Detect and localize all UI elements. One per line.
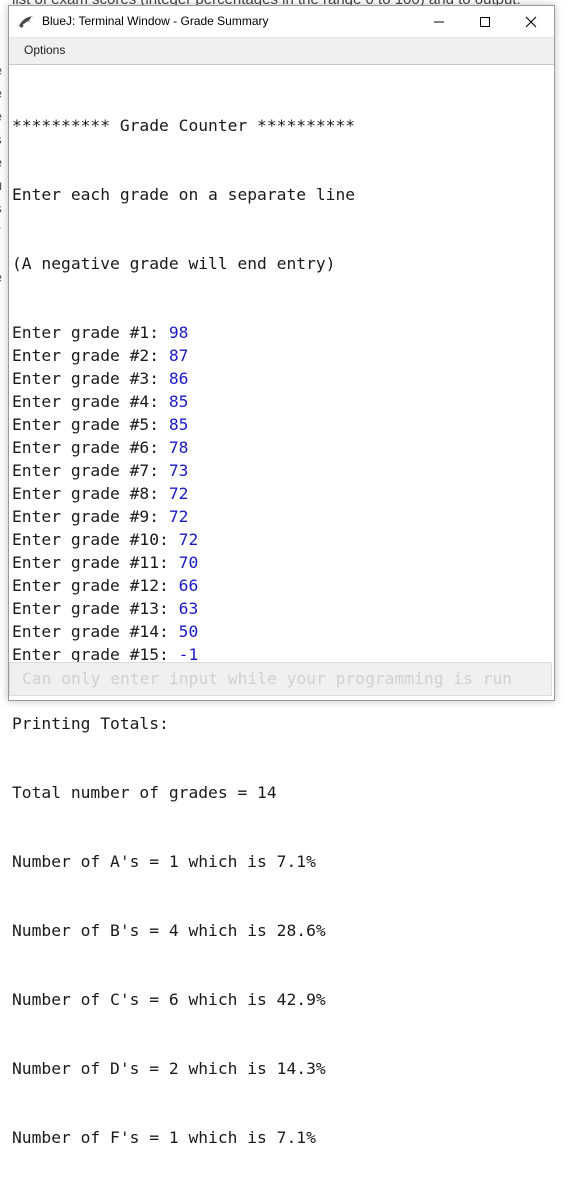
grade-prompt-label: Enter grade #11: [12,553,179,572]
background-edge-char: ( [0,501,2,517]
menu-bar: Options [9,37,554,65]
grade-input-value: 72 [178,530,199,549]
grade-input-value: 73 [168,461,189,480]
menu-options[interactable]: Options [24,43,65,57]
grade-input-value: 85 [168,415,189,434]
window-title: BlueJ: Terminal Window - Grade Summary [42,14,269,28]
bluej-bird-icon [19,16,33,28]
terminal-window: BlueJ: Terminal Window - Grade Summary O… [8,5,555,1147]
background-edge-char: e [0,87,2,103]
grade-input-value: 87 [168,346,189,365]
background-edge-char: ( [0,570,2,586]
grade-prompt-label: Enter grade #6: [12,438,169,457]
background-edge-char: u [0,179,2,195]
grade-input-value: 86 [168,369,189,388]
background-edge-char: ( [0,294,2,310]
grade-prompt-line: Enter grade #14: 50 [12,620,554,643]
grade-prompt-line: Enter grade #6: 78 [12,436,554,459]
grade-prompt-label: Enter grade #8: [12,484,169,503]
background-edge-char: ( [0,386,2,402]
grade-prompt-label: Enter grade #10: [12,530,179,549]
grade-prompt-line: Enter grade #11: 70 [12,551,554,574]
grade-prompt-line: Enter grade #2: 87 [12,344,554,367]
totals-line: Printing Totals: [12,714,169,733]
terminal-output[interactable]: ********** Grade Counter ********** Ente… [9,64,554,1147]
background-edge-char: s [0,133,2,149]
background-edge-char: ( [0,432,2,448]
grade-prompt-line: Enter grade #9: 72 [12,505,554,528]
grade-prompt-line: Enter grade #4: 85 [12,390,554,413]
background-edge-char: ( [0,317,2,333]
background-edge-char: ( [0,363,2,379]
grade-prompt-label: Enter grade #4: [12,392,169,411]
background-edge-char: e [0,271,2,287]
grade-input-value: 70 [178,553,199,572]
background-edge-char: e [0,64,2,80]
close-button[interactable] [508,6,554,37]
totals-line: Total number of grades = 14 [12,783,277,802]
grade-prompt-line: Enter grade #10: 72 [12,528,554,551]
maximize-button[interactable] [462,6,508,37]
maximize-icon [480,16,490,27]
grade-prompt-label: Enter grade #1: [12,323,169,342]
grade-input-value: 98 [168,323,189,342]
grade-prompt-line: Enter grade #1: 98 [12,321,554,344]
close-icon [525,16,537,27]
grade-input-value: 66 [178,576,199,595]
background-edge-char: e [0,110,2,126]
terminal-input-field[interactable]: Can only enter input while your programm… [9,662,552,696]
minimize-button[interactable] [416,6,462,37]
grade-input-value: 78 [168,438,189,457]
grade-prompt-label: Enter grade #5: [12,415,169,434]
background-edge-char: ( [0,455,2,471]
background-edge-char: ( [0,340,2,356]
grade-prompt-line: Enter grade #5: 85 [12,413,554,436]
totals-line: Number of A's = 1 which is 7.1% [12,852,316,871]
header-line: (A negative grade will end entry) [12,254,336,273]
grade-prompt-label: Enter grade #9: [12,507,169,526]
background-edge-char: s [0,202,2,218]
grade-prompt-label: Enter grade #13: [12,599,179,618]
grade-prompt-line: Enter grade #7: 73 [12,459,554,482]
background-edge-char: * [0,225,2,241]
grade-input-value: 72 [168,507,189,526]
background-edge-char: e [0,156,2,172]
grade-prompt-label: Enter grade #2: [12,346,169,365]
header-line: ********** Grade Counter ********** [12,116,356,135]
grade-prompt-label: Enter grade #14: [12,622,179,641]
background-edge-char: ( [0,478,2,494]
totals-line: Number of D's = 2 which is 14.3% [12,1059,326,1078]
grade-input-value: 63 [178,599,199,618]
grade-prompt-label: Enter grade #7: [12,461,169,480]
title-bar[interactable]: BlueJ: Terminal Window - Grade Summary [9,6,554,37]
grade-prompt-label: Enter grade #12: [12,576,179,595]
background-edge-char: ( [0,524,2,540]
background-edge-char: ( [0,409,2,425]
background-document-edge: eeeseus*(e(((((((((((((( [0,0,8,721]
totals-line: Number of F's = 1 which is 7.1% [12,1128,316,1147]
grade-prompt-line: Enter grade #13: 63 [12,597,554,620]
background-edge-char: ( [0,248,2,264]
grade-input-value: 72 [168,484,189,503]
background-edge-char: ( [0,593,2,609]
minimize-icon [434,21,444,22]
grade-input-value: 50 [178,622,199,641]
grade-prompt-line: Enter grade #3: 86 [12,367,554,390]
grade-prompt-line: Enter grade #8: 72 [12,482,554,505]
grade-prompt-label: Enter grade #3: [12,369,169,388]
background-edge-char: ( [0,547,2,563]
header-line: Enter each grade on a separate line [12,185,356,204]
grade-prompt-line: Enter grade #12: 66 [12,574,554,597]
totals-line: Number of C's = 6 which is 42.9% [12,990,326,1009]
grade-input-value: 85 [168,392,189,411]
totals-line: Number of B's = 4 which is 28.6% [12,921,326,940]
